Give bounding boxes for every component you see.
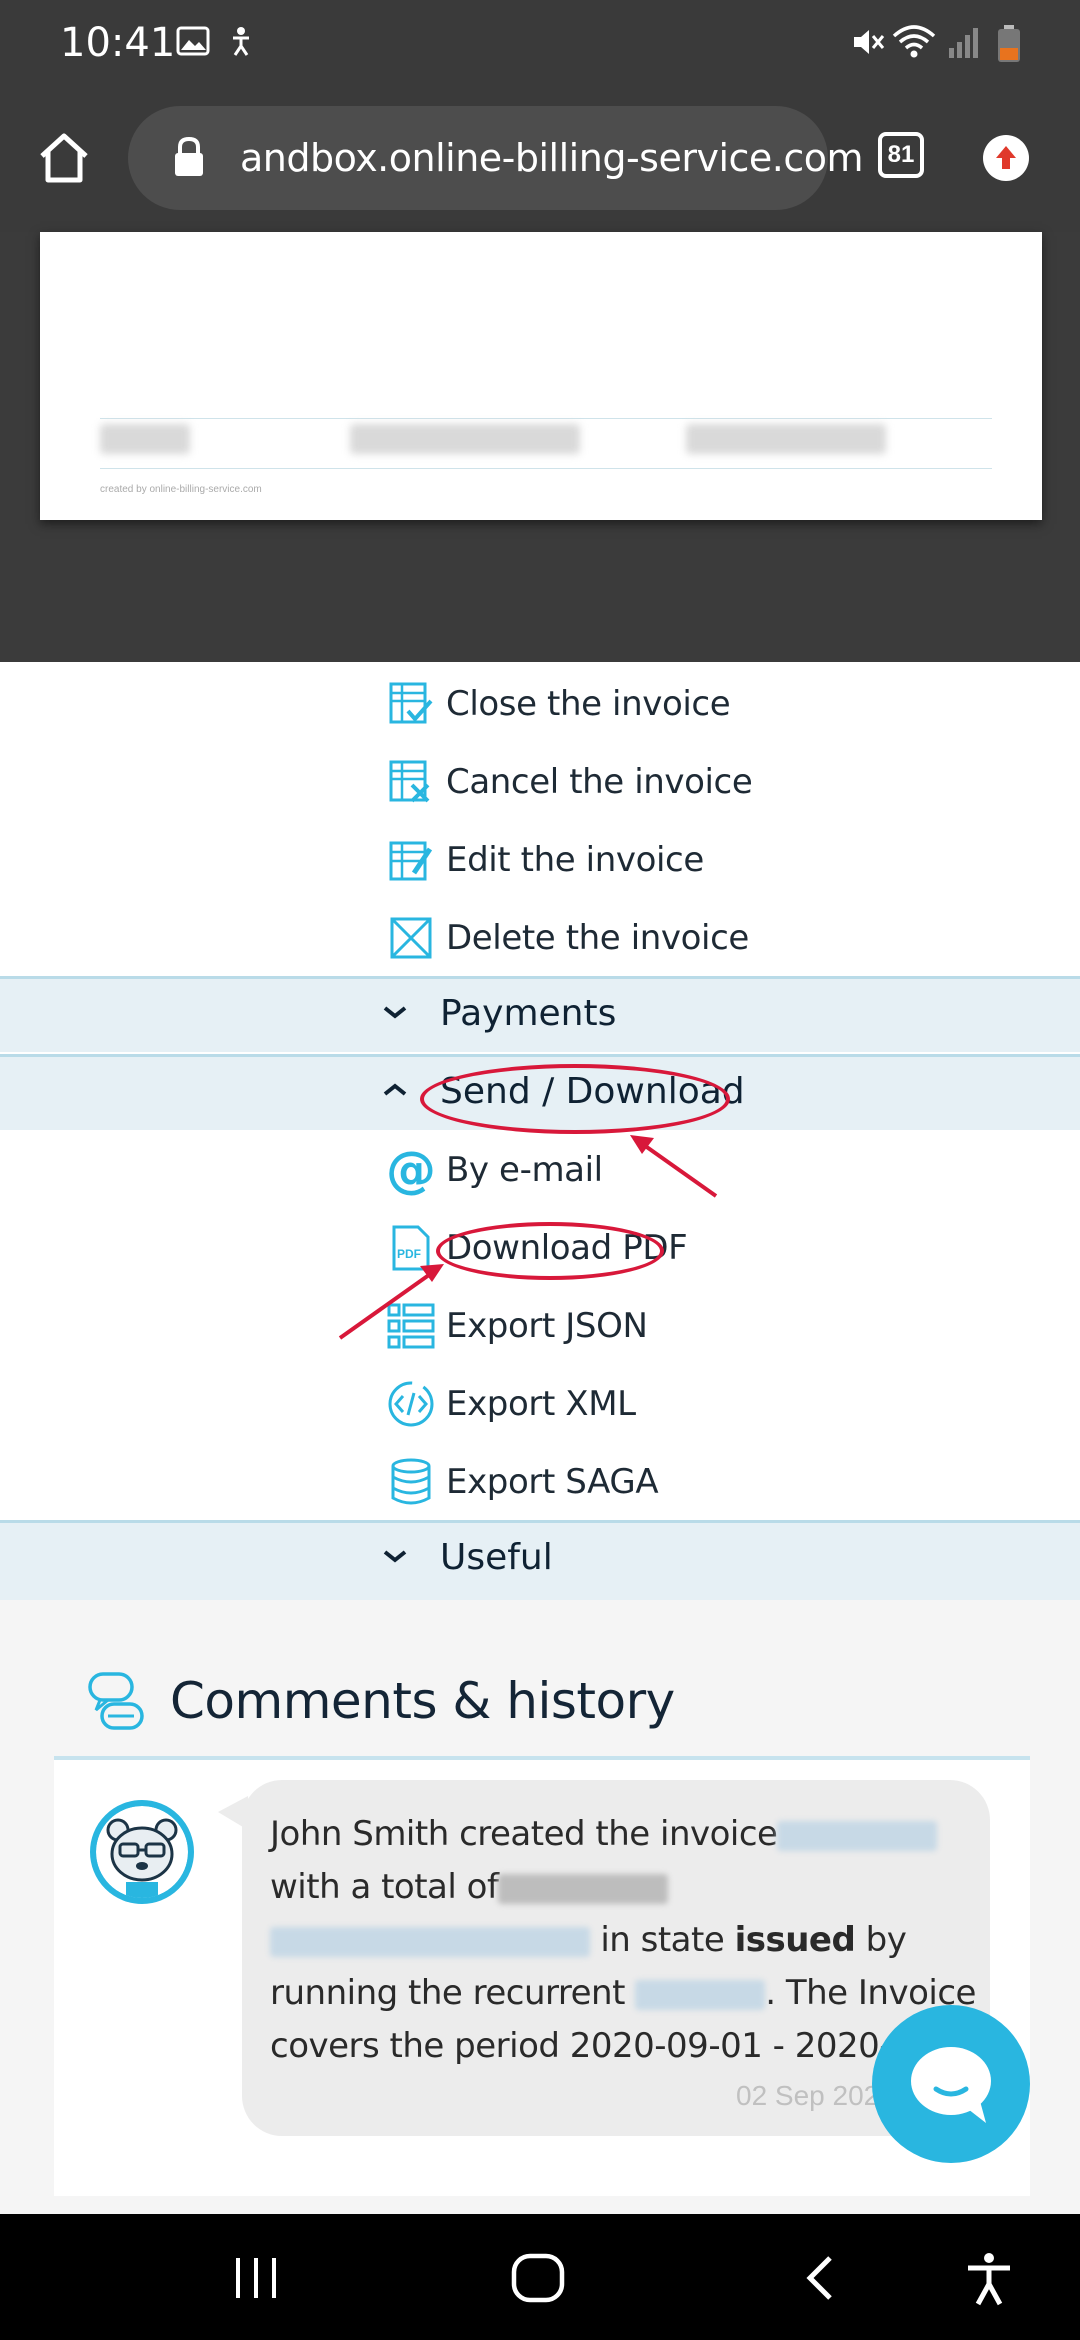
address-bar[interactable]: andbox.online-billing-service.com <box>128 106 864 210</box>
divider <box>100 418 992 419</box>
useful-section-title: Useful <box>440 1537 553 1578</box>
close-invoice-icon <box>386 679 436 729</box>
chat-icon <box>911 2047 991 2123</box>
chevron-down-icon <box>383 1006 407 1019</box>
accessibility-icon[interactable] <box>964 2252 1014 2306</box>
delete-invoice-item[interactable]: Delete the invoice <box>386 908 886 968</box>
export-json-item[interactable]: Export JSON <box>386 1296 886 1356</box>
cancel-invoice-icon <box>386 757 436 807</box>
wifi-icon <box>892 25 936 58</box>
payments-section-header[interactable]: Payments <box>0 976 1080 1052</box>
annotation-arrow <box>338 1264 444 1340</box>
gallery-notification-icon <box>176 26 210 56</box>
close-invoice-item[interactable]: Close the invoice <box>386 674 886 734</box>
system-navigation-bar <box>0 2214 1080 2340</box>
database-icon <box>386 1457 436 1507</box>
back-icon[interactable] <box>800 2254 840 2302</box>
mute-icon <box>854 30 885 54</box>
edit-invoice-icon <box>386 835 436 885</box>
useful-section-header[interactable]: Useful <box>0 1520 1080 1600</box>
delete-invoice-icon <box>386 913 436 963</box>
invoice-preview: created by online-billing-service.com <box>0 232 1080 662</box>
edit-invoice-item[interactable]: Edit the invoice <box>386 830 886 890</box>
redacted-text <box>350 424 580 454</box>
battery-icon <box>998 25 1020 62</box>
annotation-ellipse-download-pdf <box>436 1222 664 1280</box>
invoice-menu: Close the invoice Cancel the invoice Edi… <box>0 662 1080 1600</box>
at-icon: @ <box>386 1141 436 1199</box>
signal-icon <box>949 28 978 58</box>
export-saga-item[interactable]: Export SAGA <box>386 1452 886 1512</box>
browser-toolbar: andbox.online-billing-service.com 81 <box>0 84 1080 232</box>
url-text[interactable]: andbox.online-billing-service.com <box>240 136 864 180</box>
accessibility-notification-icon <box>233 27 249 56</box>
redacted-amount <box>498 1873 669 1904</box>
redacted-text <box>100 424 190 454</box>
status-bar: 10:41 <box>0 0 1080 84</box>
comment-date: 02 Sep 202 <box>736 2080 880 2111</box>
comment-text: John Smith created the invoice with a to… <box>270 1814 988 2066</box>
tab-switcher-button[interactable]: 81 <box>878 132 924 178</box>
annotation-arrow <box>630 1135 718 1198</box>
invoice-preview-page: created by online-billing-service.com <box>40 232 1042 520</box>
comments-title: Comments & history <box>170 1672 675 1730</box>
update-icon[interactable] <box>982 134 1030 182</box>
redacted-invoice-number <box>777 1820 938 1851</box>
payments-section-title: Payments <box>440 993 617 1034</box>
chat-button[interactable] <box>872 2005 1030 2163</box>
redacted-recurrent-id <box>635 1979 766 2010</box>
created-by-text: created by online-billing-service.com <box>100 484 262 495</box>
avatar <box>90 1800 194 1904</box>
comments-icon <box>88 1672 144 1730</box>
lock-icon[interactable] <box>172 136 206 178</box>
code-icon <box>386 1379 436 1429</box>
chevron-down-icon <box>383 1550 407 1563</box>
home-icon[interactable] <box>36 130 92 186</box>
comment-entry: John Smith created the invoice with a to… <box>54 1756 1030 2196</box>
recent-apps-icon[interactable] <box>232 2256 280 2300</box>
chevron-up-icon <box>383 1083 407 1096</box>
redacted-text <box>686 424 886 454</box>
cancel-invoice-item[interactable]: Cancel the invoice <box>386 752 886 812</box>
export-xml-item[interactable]: Export XML <box>386 1374 886 1434</box>
divider <box>100 468 992 469</box>
status-time: 10:41 <box>60 20 176 66</box>
redacted-client <box>270 1926 590 1957</box>
home-nav-icon[interactable] <box>510 2252 566 2304</box>
